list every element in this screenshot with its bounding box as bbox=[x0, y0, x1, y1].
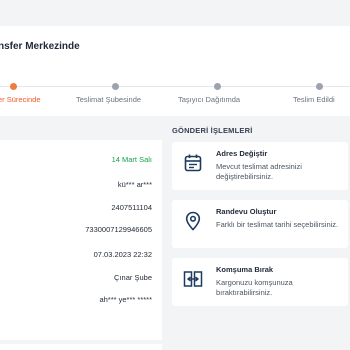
step-dot-4 bbox=[316, 83, 323, 90]
calendar-icon bbox=[184, 154, 202, 172]
change-address-desc: Mevcut teslimat adresinizi değiştirebili… bbox=[216, 162, 302, 181]
sender-name: kü*** ar*** bbox=[117, 180, 152, 189]
step-label-3: Taşıyıcı Dağıtımda bbox=[178, 95, 241, 104]
shipment-status-card: nsfer Merkezinde er Sürecinde Teslimat Ş… bbox=[0, 26, 350, 116]
neighbor-delivery-icon bbox=[183, 271, 203, 287]
estimated-delivery-date: 14 Mart Salı bbox=[111, 155, 152, 164]
recipient-name: ah*** ye*** ***** bbox=[99, 295, 152, 304]
create-appointment-title: Randevu Oluştur bbox=[216, 207, 277, 216]
leave-with-neighbor-desc: Kargonuzu komşunuza bıraktırabilirsiniz. bbox=[216, 278, 293, 297]
bottom-card-edge bbox=[0, 344, 162, 350]
progress-track bbox=[0, 86, 350, 87]
step-label-2: Teslimat Şubesinde bbox=[76, 95, 142, 104]
status-title: nsfer Merkezinde bbox=[0, 41, 80, 52]
branch-name: Çınar Şube bbox=[114, 273, 152, 282]
create-appointment-card[interactable]: Randevu Oluştur Farklı bir teslimat tari… bbox=[172, 200, 348, 248]
leave-with-neighbor-title: Komşuma Bırak bbox=[216, 265, 274, 274]
shipment-details-card: 14 Mart Salı kü*** ar*** 2407511104 7330… bbox=[0, 140, 162, 340]
change-address-title: Adres Değiştir bbox=[216, 149, 268, 158]
reference-number: 2407511104 bbox=[111, 203, 152, 212]
shipment-date: 07.03.2023 22:32 bbox=[93, 250, 152, 259]
step-dot-3 bbox=[214, 83, 221, 90]
create-appointment-desc: Farklı bir teslimat tarihi seçebilirsini… bbox=[216, 220, 339, 229]
location-pin-icon bbox=[185, 211, 201, 231]
step-label-1: er Sürecinde bbox=[0, 95, 41, 104]
tracking-number: 7330007129946605 bbox=[85, 225, 152, 234]
operations-title: GÖNDERİ İŞLEMLERİ bbox=[172, 126, 253, 135]
change-address-card[interactable]: Adres Değiştir Mevcut teslimat adresiniz… bbox=[172, 142, 348, 190]
leave-with-neighbor-card[interactable]: Komşuma Bırak Kargonuzu komşunuza bırakt… bbox=[172, 258, 348, 306]
step-dot-2 bbox=[112, 83, 119, 90]
step-label-4: Teslim Edildi bbox=[293, 95, 335, 104]
step-dot-1 bbox=[10, 83, 17, 90]
